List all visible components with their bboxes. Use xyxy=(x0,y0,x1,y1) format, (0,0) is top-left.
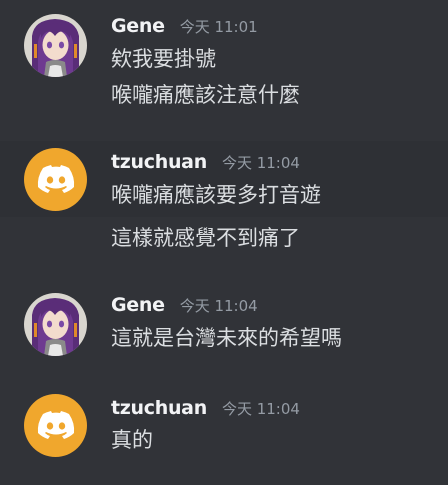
timestamp: 今天 11:01 xyxy=(179,18,258,36)
username[interactable]: Gene xyxy=(111,294,165,316)
message-header: tzuchuan 今天 11:04 xyxy=(111,397,300,421)
message-text: 這就是台灣未來的希望嗎 xyxy=(111,326,342,350)
discord-logo-icon xyxy=(37,410,74,439)
avatar[interactable] xyxy=(24,148,87,211)
chat-messages: Gene 今天 11:01 欸我要掛號 喉嚨痛應該注意什麼 tzuchuan 今… xyxy=(0,0,448,485)
avatar[interactable] xyxy=(24,394,87,457)
gene-avatar-icon xyxy=(24,14,87,77)
timestamp: 今天 11:04 xyxy=(179,297,258,315)
gene-avatar-icon xyxy=(24,293,87,356)
timestamp: 今天 11:04 xyxy=(221,400,300,418)
avatar[interactable] xyxy=(24,293,87,356)
message-text: 欸我要掛號 xyxy=(111,47,216,71)
message-text: 真的 xyxy=(111,428,153,452)
message-text: 喉嚨痛應該注意什麼 xyxy=(111,83,300,107)
message-text: 喉嚨痛應該要多打音遊 xyxy=(111,183,321,207)
discord-logo-icon xyxy=(37,164,74,193)
username[interactable]: tzuchuan xyxy=(111,397,207,419)
avatar[interactable] xyxy=(24,14,87,77)
message-header: tzuchuan 今天 11:04 xyxy=(111,151,300,175)
message-text: 這樣就感覺不到痛了 xyxy=(111,226,300,250)
message-header: Gene 今天 11:04 xyxy=(111,294,258,318)
username[interactable]: tzuchuan xyxy=(111,151,207,173)
message-header: Gene 今天 11:01 xyxy=(111,15,258,39)
timestamp: 今天 11:04 xyxy=(221,154,300,172)
username[interactable]: Gene xyxy=(111,15,165,37)
